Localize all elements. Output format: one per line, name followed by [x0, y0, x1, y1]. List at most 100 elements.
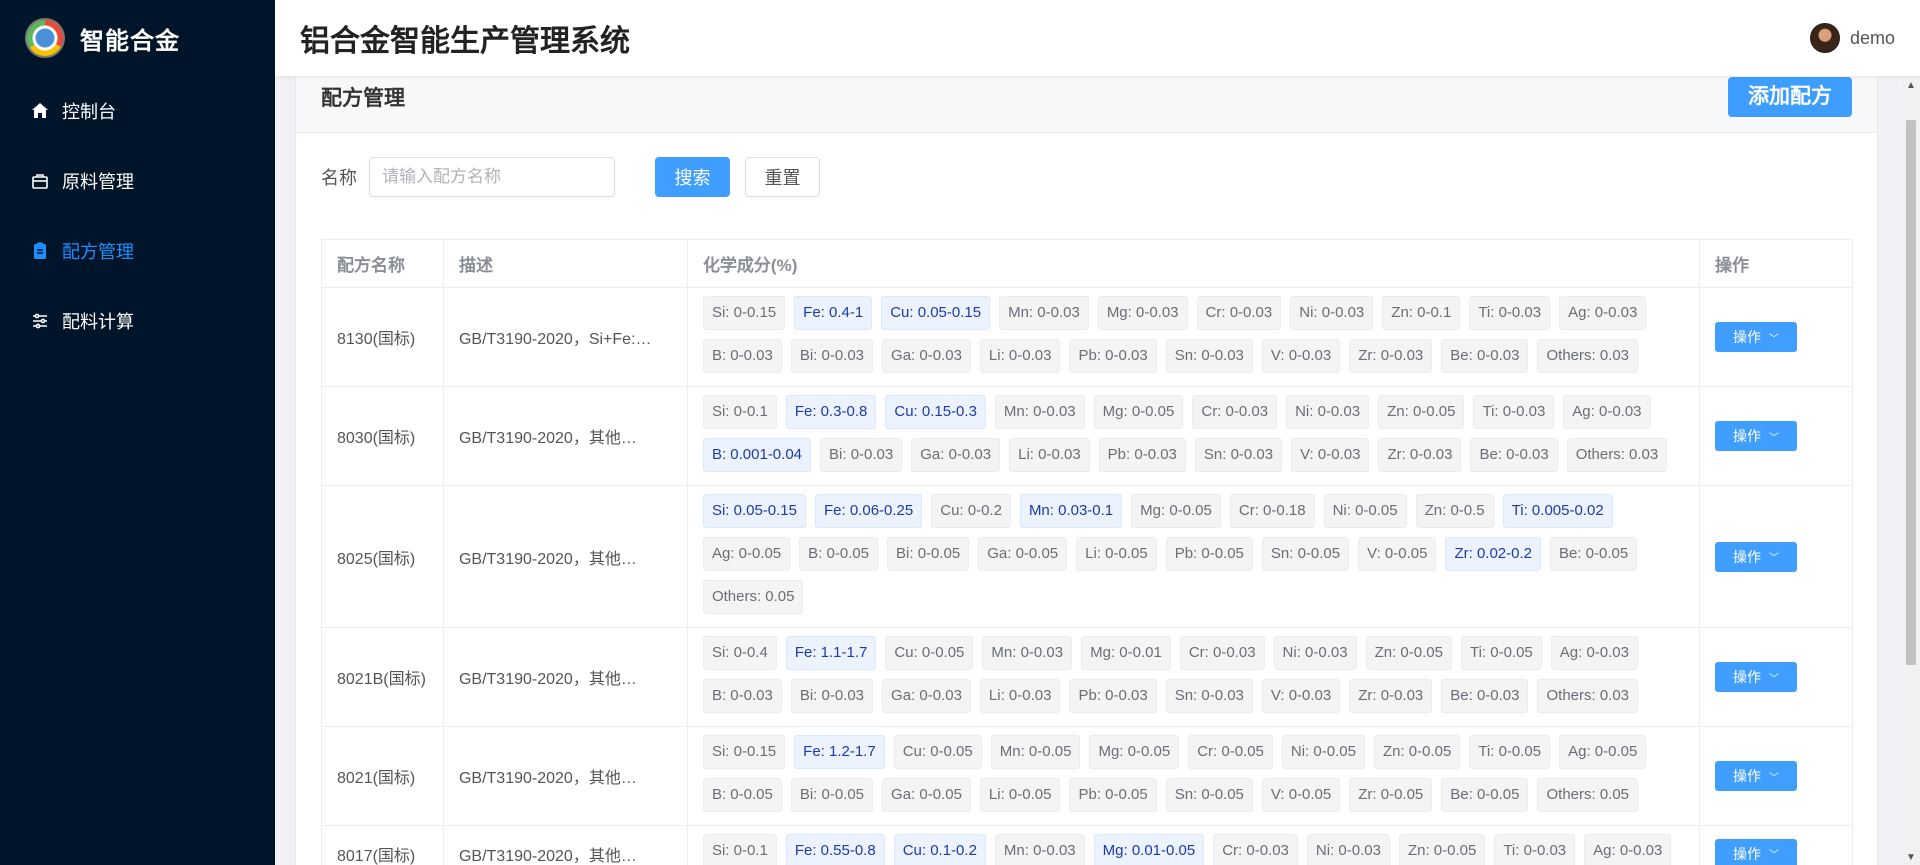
- reset-button[interactable]: 重置: [745, 157, 820, 197]
- logo-icon: [25, 18, 65, 58]
- operation-cell: 操作 ﹀: [1699, 825, 1853, 865]
- chem-tag: Cu: 0.15-0.3: [885, 395, 986, 429]
- chem-tag-list: Si: 0.05-0.15 Fe: 0.06-0.25 Cu: 0-0.2 Mn: 0…: [702, 486, 1684, 627]
- chem-tag: Fe: 1.1-1.7: [785, 636, 877, 670]
- sidebar-item-1[interactable]: 原料管理: [0, 146, 275, 216]
- chem-tag: Zn: 0-0.1: [1382, 296, 1461, 330]
- chem-tag: Zn: 0-0.05: [1365, 636, 1452, 670]
- operation-dropdown-button[interactable]: 操作 ﹀: [1715, 541, 1798, 572]
- chem-tag: Mg: 0.01-0.05: [1093, 834, 1205, 865]
- chem-tag: Si: 0-0.4: [702, 636, 777, 670]
- chem-tag: Ag: 0-0.03: [1550, 636, 1638, 670]
- chem-tag: Bi: 0-0.03: [790, 679, 874, 713]
- recipe-desc-cell: GB/T3190-2020，其他…: [443, 825, 688, 865]
- chem-tag: Be: 0-0.03: [1441, 339, 1529, 373]
- chem-tag: Mg: 0-0.03: [1097, 296, 1188, 330]
- chem-tag: Fe: 0.3-0.8: [785, 395, 877, 429]
- chem-tag: Ga: 0-0.05: [882, 778, 971, 812]
- sidebar-item-label: 原料管理: [62, 172, 134, 192]
- chem-tag: Ti: 0-0.05: [1460, 636, 1542, 670]
- chem-tag: Bi: 0-0.03: [820, 438, 903, 472]
- chem-tag: Ni: 0-0.05: [1323, 494, 1407, 528]
- chevron-down-icon: ﹀: [1769, 673, 1780, 685]
- chem-tag: Mn: 0.03-0.1: [1019, 494, 1123, 528]
- chem-tag: Ni: 0-0.03: [1306, 834, 1390, 865]
- operation-label: 操作: [1733, 768, 1762, 784]
- chem-composition-cell: Si: 0-0.15 Fe: 0.4-1 Cu: 0.05-0.15 Mn: 0-0.…: [687, 287, 1701, 387]
- user-name: demo: [1849, 27, 1895, 48]
- chem-tag: Sn: 0-0.03: [1165, 679, 1253, 713]
- brand-name: 智能合金: [80, 27, 180, 55]
- operation-label: 操作: [1733, 548, 1762, 565]
- chem-tag: Mg: 0-0.05: [1093, 395, 1184, 429]
- operation-dropdown-button[interactable]: 操作 ﹀: [1715, 322, 1798, 352]
- scroll-thumb[interactable]: [1906, 120, 1916, 665]
- recipe-name: 8021(国标): [321, 726, 444, 826]
- chem-tag: Be: 0-0.05: [1550, 537, 1638, 571]
- search-input[interactable]: [369, 157, 615, 197]
- chem-tag: Si: 0-0.1: [702, 395, 777, 429]
- operation-label: 操作: [1733, 845, 1762, 862]
- avatar[interactable]: [1809, 23, 1840, 53]
- chem-tag: Ga: 0-0.03: [911, 438, 1001, 472]
- chem-tag: Others: 0.03: [1566, 438, 1668, 472]
- chem-tag: Zr: 0-0.03: [1378, 438, 1462, 472]
- chem-tag-list: Si: 0-0.1 Fe: 0.3-0.8 Cu: 0.15-0.3 Mn: 0-0.…: [702, 387, 1684, 485]
- chem-tag: Bi: 0-0.05: [887, 537, 970, 571]
- chem-tag: Mn: 0-0.03: [994, 834, 1085, 865]
- chem-tag: Be: 0-0.03: [1441, 679, 1529, 713]
- recipe-desc-cell: GB/T3190-2020，Si+Fe:…: [443, 287, 688, 387]
- chem-tag: Li: 0-0.03: [979, 679, 1061, 713]
- table-row: 8021(国标) GB/T3190-2020，其他… Si: 0-0.15 Fe: 1…: [321, 726, 1853, 826]
- chem-tag: Cr: 0-0.03: [1196, 296, 1282, 330]
- chem-tag: Ag: 0-0.03: [1563, 395, 1651, 429]
- chem-tag: Cu: 0-0.05: [885, 636, 974, 670]
- chem-tag: B: 0-0.03: [702, 679, 782, 713]
- chem-tag: Ti: 0-0.05: [1469, 735, 1551, 769]
- chem-tag: Sn: 0-0.03: [1165, 339, 1253, 373]
- chem-tag: V: 0-0.05: [1358, 537, 1437, 571]
- chevron-down-icon: ﹀: [1769, 772, 1780, 784]
- add-recipe-button[interactable]: 添加配方: [1728, 76, 1852, 117]
- search-button[interactable]: 搜索: [655, 157, 730, 197]
- clipboard-icon: [30, 241, 50, 261]
- chevron-down-icon: ﹀: [1769, 333, 1780, 345]
- chem-tag: Sn: 0-0.05: [1165, 778, 1253, 812]
- page-scrollbar[interactable]: ▲ ▼: [1902, 76, 1920, 865]
- chem-tag: Si: 0.05-0.15: [702, 494, 806, 528]
- chem-tag: Bi: 0-0.05: [790, 778, 874, 812]
- user-menu[interactable]: demo: [1809, 23, 1895, 53]
- operation-label: 操作: [1733, 428, 1762, 444]
- chem-tag: Pb: 0-0.03: [1098, 438, 1186, 472]
- operation-dropdown-button[interactable]: 操作 ﹀: [1715, 662, 1798, 692]
- chem-tag: Pb: 0-0.03: [1069, 679, 1157, 713]
- operation-dropdown-button[interactable]: 操作 ﹀: [1715, 421, 1798, 451]
- sidebar-item-3[interactable]: 配料计算: [0, 286, 275, 356]
- chem-composition-cell: Si: 0-0.1 Fe: 0.3-0.8 Cu: 0.15-0.3 Mn: 0-0.…: [687, 386, 1701, 486]
- recipe-name: 8130(国标): [321, 287, 444, 387]
- chem-tag-list: Si: 0-0.15 Fe: 0.4-1 Cu: 0.05-0.15 Mn: 0-0.…: [702, 288, 1684, 386]
- chem-tag: Ti: 0.005-0.02: [1502, 494, 1613, 528]
- chem-tag: Ga: 0-0.03: [882, 339, 971, 373]
- chem-tag: Ag: 0-0.05: [702, 537, 791, 571]
- sidebar-item-2[interactable]: 配方管理: [0, 216, 275, 286]
- recipe-table: 配方名称 描述 化学成分(%) 操作 8130(国标) GB/T3190-2020…: [321, 239, 1853, 865]
- chem-tag: Ti: 0-0.03: [1469, 296, 1551, 330]
- chem-tag: Si: 0-0.15: [702, 735, 786, 769]
- chem-tag: Zr: 0-0.03: [1349, 679, 1433, 713]
- operation-dropdown-button[interactable]: 操作 ﹀: [1715, 838, 1798, 865]
- chem-tag: Mn: 0-0.05: [990, 735, 1081, 769]
- scroll-up-icon[interactable]: ▲: [1906, 80, 1916, 91]
- chem-tag: Others: 0.03: [1537, 339, 1639, 373]
- brand-logo[interactable]: 智能合金: [0, 0, 275, 76]
- recipe-description: GB/T3190-2020，其他…: [458, 550, 637, 568]
- sidebar-item-0[interactable]: 控制台: [0, 76, 275, 146]
- scroll-down-icon[interactable]: ▼: [1906, 852, 1916, 863]
- recipe-name: 8025(国标): [321, 485, 444, 628]
- recipe-name: 8030(国标): [321, 386, 444, 486]
- chem-tag: Mg: 0-0.05: [1131, 494, 1221, 528]
- chem-tag: Bi: 0-0.03: [790, 339, 874, 373]
- recipe-name: 8021B(国标): [321, 627, 444, 727]
- chem-tag: Cu: 0-0.2: [931, 494, 1011, 528]
- operation-dropdown-button[interactable]: 操作 ﹀: [1715, 761, 1798, 791]
